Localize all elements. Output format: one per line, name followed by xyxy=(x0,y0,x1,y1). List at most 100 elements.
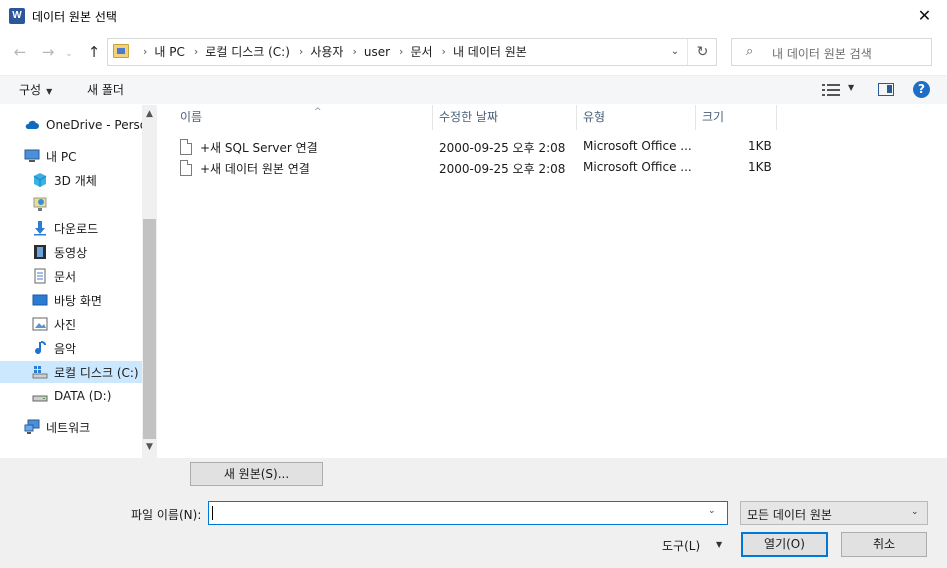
organize-label: 구성 xyxy=(19,83,42,97)
sidebar-item[interactable]: 다운로드 xyxy=(0,217,142,239)
computer-icon xyxy=(24,148,40,164)
file-row[interactable]: +새 SQL Server 연결 2000-09-25 오후 2:08 Micros… xyxy=(174,136,774,157)
cube-icon xyxy=(32,172,48,188)
sidebar-item-label: 내 PC xyxy=(46,149,77,164)
breadcrumb-separator-icon[interactable]: › xyxy=(299,39,303,65)
filetype-select[interactable]: 모든 데이터 원본 ⌄ xyxy=(740,501,928,525)
column-header-type[interactable]: 유형 xyxy=(577,105,696,130)
window-title: 데이터 원본 선택 xyxy=(32,10,117,24)
column-header-size[interactable]: 크기 xyxy=(696,105,777,130)
address-bar[interactable]: › 내 PC › 로컬 디스크 (C:) › 사용자 › user › 문서 › 내 데이터 원본 ⌄… xyxy=(107,38,717,66)
file-modified: 2000-09-25 오후 2:08 xyxy=(439,162,566,176)
file-modified: 2000-09-25 오후 2:08 xyxy=(439,141,566,155)
breadcrumb-item[interactable]: 내 PC xyxy=(154,39,184,65)
file-icon xyxy=(180,160,192,176)
breadcrumb-item[interactable]: user xyxy=(364,39,390,65)
sidebar-item-label: 로컬 디스크 (C:) xyxy=(54,365,139,380)
file-size: 1KB xyxy=(748,139,772,153)
sidebar-item[interactable]: 동영상 xyxy=(0,241,142,263)
filename-input[interactable] xyxy=(208,501,728,525)
sidebar-item-label: 문서 xyxy=(54,269,77,284)
recent-locations-chevron-icon[interactable]: ⌄ xyxy=(62,44,76,64)
sidebar-item-label: 바탕 화면 xyxy=(54,293,102,308)
tools-button[interactable]: 도구(L) xyxy=(662,537,700,554)
up-arrow-icon[interactable]: ↑ xyxy=(84,42,104,62)
breadcrumb-separator-icon[interactable]: › xyxy=(194,39,198,65)
sort-ascending-icon: ^ xyxy=(314,107,322,117)
tools-caret-icon[interactable]: ▼ xyxy=(716,540,722,549)
back-arrow-icon[interactable]: ← xyxy=(10,42,30,62)
sidebar-item[interactable]: 바탕 화면 xyxy=(0,289,142,311)
sidebar-item-label: 3D 개체 xyxy=(54,173,97,188)
new-source-button[interactable]: 새 원본(S)... xyxy=(190,462,323,486)
title-bar: W 데이터 원본 선택 ✕ xyxy=(0,0,947,32)
filename-history-chevron-icon[interactable]: ⌄ xyxy=(708,506,716,516)
breadcrumb-item[interactable]: 사용자 xyxy=(310,39,343,65)
breadcrumb-separator-icon[interactable]: › xyxy=(442,39,446,65)
sidebar-item-label: 동영상 xyxy=(54,245,88,260)
help-icon[interactable]: ? xyxy=(913,81,930,98)
breadcrumb-separator-icon[interactable]: › xyxy=(399,39,403,65)
sidebar-item-label: OneDrive - Personal xyxy=(46,118,142,132)
sidebar-item[interactable]: 네트워크 xyxy=(0,416,142,438)
scrollbar-thumb[interactable] xyxy=(143,219,156,439)
file-icon xyxy=(180,139,192,155)
sidebar-item-label: 네트워크 xyxy=(46,420,91,435)
view-options-caret-icon[interactable]: ▼ xyxy=(848,83,854,92)
sidebar-item-label: 음악 xyxy=(54,341,77,356)
file-size: 1KB xyxy=(748,160,772,174)
sidebar-item[interactable]: 3D 개체 xyxy=(0,169,142,191)
file-list: 이름 ^ 수정한 날짜 유형 크기 +새 SQL Server 연결 2000-0… xyxy=(158,105,947,458)
breadcrumb-item[interactable]: 내 데이터 원본 xyxy=(453,39,527,65)
column-name-label: 이름 xyxy=(180,110,203,124)
sidebar-item[interactable] xyxy=(0,193,142,215)
cloud-icon xyxy=(24,117,40,133)
breadcrumb-item[interactable]: 문서 xyxy=(410,39,432,65)
sidebar-item[interactable]: 내 PC xyxy=(0,145,142,167)
download-arrow-icon xyxy=(32,220,48,236)
new-folder-button[interactable]: 새 폴더 xyxy=(87,81,124,98)
breadcrumb-separator-icon[interactable]: › xyxy=(143,39,147,65)
file-row[interactable]: +새 데이터 원본 연결 2000-09-25 오후 2:08 Microsoft … xyxy=(174,157,774,178)
file-type: Microsoft Office ... xyxy=(583,139,692,153)
sidebar-item-label: 사진 xyxy=(54,317,77,332)
column-header-name[interactable]: 이름 ^ xyxy=(174,105,433,130)
file-name: +새 데이터 원본 연결 xyxy=(200,162,310,176)
forward-arrow-icon[interactable]: → xyxy=(38,42,58,62)
chevron-down-icon[interactable]: ⌄ xyxy=(665,39,685,65)
sidebar-item[interactable]: 사진 xyxy=(0,313,142,335)
drive-icon xyxy=(32,388,48,404)
navigation-scrollbar[interactable]: ▲ ▼ xyxy=(142,105,157,458)
sidebar-item-label: 다운로드 xyxy=(54,221,99,236)
details-view-icon[interactable] xyxy=(822,83,840,97)
breadcrumb: › 내 PC › 로컬 디스크 (C:) › 사용자 › user › 문서 › 내 데이터 원본 xyxy=(134,39,527,65)
cancel-button[interactable]: 취소 xyxy=(841,532,927,557)
refresh-icon[interactable]: ↻ xyxy=(687,39,717,65)
windows-drive-icon xyxy=(32,364,48,380)
filetype-selected-value: 모든 데이터 원본 xyxy=(747,508,832,522)
sidebar-item-label: DATA (D:) xyxy=(54,389,112,403)
open-button[interactable]: 열기(O) xyxy=(741,532,828,557)
scroll-down-icon[interactable]: ▼ xyxy=(142,442,157,452)
chevron-down-icon: ⌄ xyxy=(911,507,919,517)
sidebar-item[interactable]: 문서 xyxy=(0,265,142,287)
film-icon xyxy=(32,244,48,260)
column-header-modified[interactable]: 수정한 날짜 xyxy=(433,105,577,130)
breadcrumb-separator-icon[interactable]: › xyxy=(352,39,356,65)
scroll-up-icon[interactable]: ▲ xyxy=(142,109,157,119)
close-button[interactable]: ✕ xyxy=(902,0,947,32)
network-drive-icon xyxy=(32,196,48,212)
word-app-icon: W xyxy=(9,8,25,24)
sidebar-item[interactable]: OneDrive - Personal xyxy=(0,114,142,136)
command-bar: 구성 ▼ 새 폴더 ▼ ? xyxy=(0,75,947,104)
organize-button[interactable]: 구성 ▼ xyxy=(19,81,52,98)
search-input[interactable]: 내 데이터 원본 검색 xyxy=(772,45,872,62)
breadcrumb-item[interactable]: 로컬 디스크 (C:) xyxy=(205,39,290,65)
search-box[interactable]: ⌕ 내 데이터 원본 검색 xyxy=(731,38,932,66)
document-icon xyxy=(32,268,48,284)
music-note-icon xyxy=(32,340,48,356)
sidebar-item[interactable]: 로컬 디스크 (C:) xyxy=(0,361,142,383)
preview-pane-icon[interactable] xyxy=(878,83,894,96)
sidebar-item[interactable]: DATA (D:) xyxy=(0,385,142,407)
sidebar-item[interactable]: 음악 xyxy=(0,337,142,359)
